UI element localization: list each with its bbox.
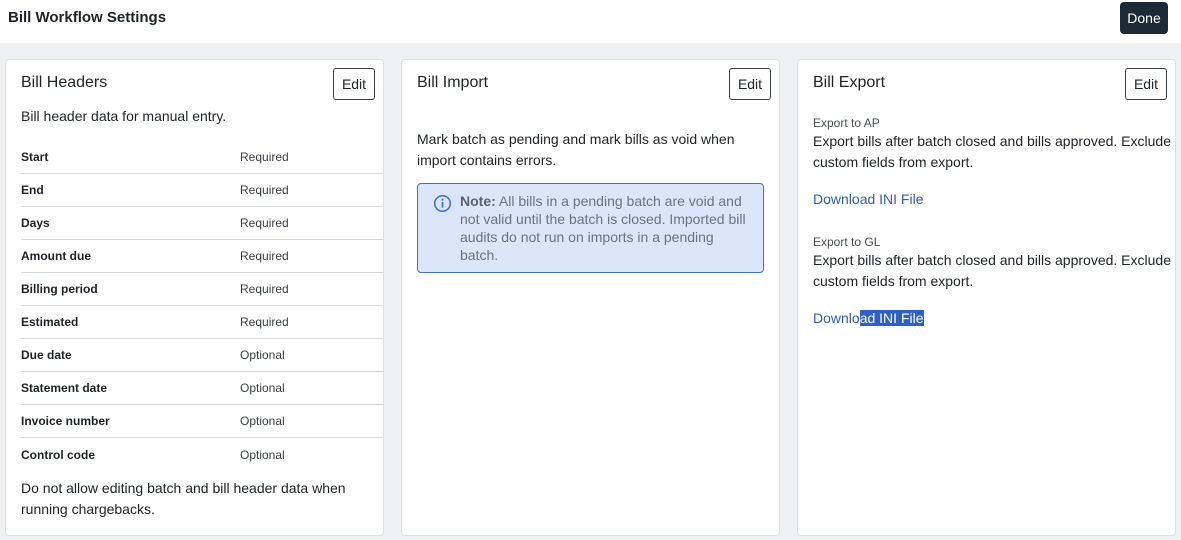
note-body: All bills in a pending batch are void an…: [460, 193, 746, 263]
bill-import-description: Mark batch as pending and mark bills as …: [417, 131, 735, 168]
note-box: Note: All bills in a pending batch are v…: [417, 183, 764, 273]
field-status: Optional: [240, 447, 285, 462]
bill-import-title: Bill Import: [417, 74, 489, 91]
field-name: Statement date: [21, 381, 108, 395]
field-name: Days: [21, 216, 50, 230]
field-status: Optional: [240, 348, 285, 362]
info-icon: [433, 194, 452, 213]
field-row: Due date Optional: [21, 339, 384, 372]
field-status: Optional: [240, 381, 285, 395]
bill-export-title: Bill Export: [813, 74, 886, 91]
export-ap-description: Export bills after batch closed and bill…: [813, 133, 1171, 170]
note-text: Note: All bills in a pending batch are v…: [460, 192, 750, 264]
field-row: Start Required: [21, 141, 384, 174]
bill-headers-card: Bill Headers Edit Bill header data for m…: [5, 59, 384, 536]
bill-headers-title: Bill Headers: [21, 74, 108, 91]
field-name: End: [21, 183, 44, 197]
field-name: Invoice number: [21, 414, 110, 428]
field-name: Control code: [21, 447, 95, 462]
field-row: Statement date Optional: [21, 372, 384, 405]
bill-export-card: Bill Export Edit Export to AP Export bil…: [797, 59, 1176, 536]
field-status: Required: [240, 282, 289, 296]
field-row: Control code Optional: [21, 438, 384, 471]
field-name: Start: [21, 150, 49, 164]
field-status: Required: [240, 315, 289, 329]
top-bar: Bill Workflow Settings Done: [0, 0, 1181, 43]
export-ap-download-link[interactable]: Download INI File: [813, 191, 924, 207]
field-status: Required: [240, 249, 289, 263]
export-gl-link-selected-text: ad INI File: [859, 310, 924, 326]
bill-header-fields-table: Start Required End Required Days Required Amou…: [21, 141, 384, 471]
export-gl-link-text: Downlo: [813, 310, 860, 326]
export-gl-description: Export bills after batch closed and bill…: [813, 252, 1171, 289]
field-name: Billing period: [21, 282, 98, 296]
export-ap-label: Export to AP: [813, 116, 880, 130]
field-name: Estimated: [21, 315, 79, 329]
page-title: Bill Workflow Settings: [8, 9, 167, 26]
field-status: Required: [240, 216, 289, 230]
field-status: Required: [240, 183, 289, 197]
bill-headers-description: Bill header data for manual entry.: [21, 108, 227, 124]
field-row: Billing period Required: [21, 273, 384, 306]
field-name: Due date: [21, 348, 72, 362]
field-row: Amount due Required: [21, 240, 384, 273]
bill-headers-edit-button[interactable]: Edit: [333, 68, 375, 100]
done-button[interactable]: Done: [1120, 2, 1168, 34]
field-name: Amount due: [21, 249, 91, 263]
field-row: Estimated Required: [21, 306, 384, 339]
field-row: Invoice number Optional: [21, 405, 384, 438]
bill-import-edit-button[interactable]: Edit: [729, 68, 771, 100]
export-gl-download-link[interactable]: Download INI File: [813, 310, 924, 326]
bill-import-card: Bill Import Edit Mark batch as pending a…: [401, 59, 780, 536]
field-status: Optional: [240, 414, 285, 428]
field-status: Required: [240, 150, 289, 164]
bill-export-edit-button[interactable]: Edit: [1125, 68, 1167, 100]
bill-headers-footer-note: Do not allow editing batch and bill head…: [21, 480, 346, 517]
note-label: Note:: [460, 193, 496, 209]
field-row: Days Required: [21, 207, 384, 240]
export-gl-label: Export to GL: [813, 235, 881, 249]
field-row: End Required: [21, 174, 384, 207]
